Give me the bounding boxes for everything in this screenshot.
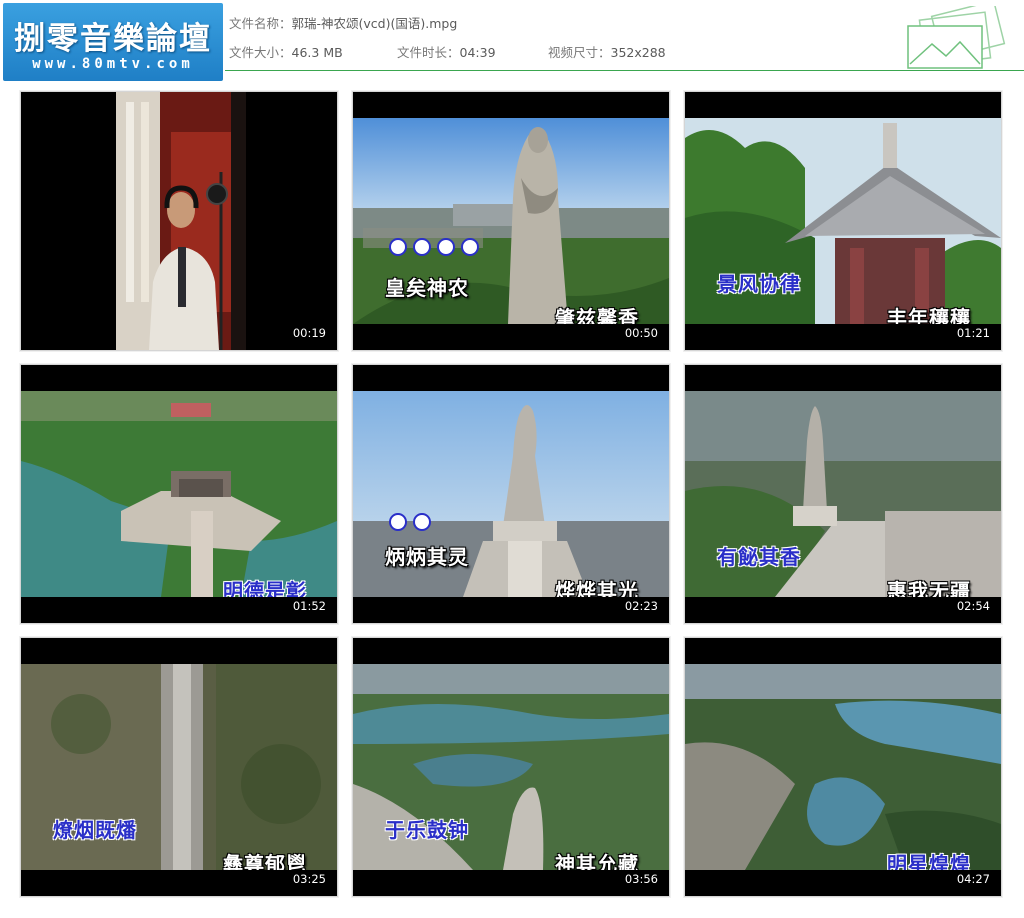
lyric-line-left: 炳炳其灵 [385, 545, 469, 569]
file-resolution-value: 352x288 [610, 45, 666, 60]
file-size-value: 46.3 MB [291, 45, 343, 60]
lyric-line-left: 景风协律 [717, 272, 801, 296]
cue-dot-icon [389, 513, 407, 531]
file-resolution-info: 视频尺寸：352x288 [548, 42, 666, 61]
lyric-line-left: 皇矣神农 [385, 276, 469, 300]
thumbnail-6[interactable]: 有飶其香 惠我无疆 02:54 [684, 364, 1002, 624]
file-name-value: 郭瑞-神农颂(vcd)(国语).mpg [291, 16, 458, 31]
file-name-label: 文件名称： [229, 16, 292, 31]
timestamp: 01:52 [292, 599, 326, 613]
lyric-line-left: 燎烟既燔 [53, 818, 137, 842]
lyric-line-left: 有飶其香 [717, 545, 801, 569]
video-frame: 炳炳其灵 烨烨其光 [353, 391, 669, 597]
video-frame: 明德是彰 [21, 391, 337, 597]
file-duration-label: 文件时长： [397, 45, 460, 60]
thumbnail-5[interactable]: 炳炳其灵 烨烨其光 02:23 [352, 364, 670, 624]
file-name-info: 文件名称：郭瑞-神农颂(vcd)(国语).mpg [229, 13, 457, 32]
cue-dot-icon [437, 238, 455, 256]
thumbnail-1[interactable]: 00:19 [20, 91, 338, 351]
timestamp: 03:25 [292, 872, 326, 886]
file-size-info: 文件大小：46.3 MB [229, 42, 343, 61]
thumbnail-3[interactable]: 景风协律 丰年穰穰 01:21 [684, 91, 1002, 351]
timestamp: 00:19 [292, 326, 326, 340]
video-frame [21, 92, 337, 350]
timestamp: 04:27 [956, 872, 990, 886]
thumbnail-4[interactable]: 明德是彰 01:52 [20, 364, 338, 624]
cue-dot-icon [413, 238, 431, 256]
thumbnail-grid: 00:19 皇矣神农 肇兹馨香 00:50 景风协律 丰年穰穰 01:21 明德… [20, 91, 1006, 901]
video-frame: 景风协律 丰年穰穰 [685, 118, 1001, 324]
logo-title: 捌零音樂論壇 [14, 21, 212, 57]
file-duration-info: 文件时长：04:39 [397, 42, 496, 61]
site-logo: 捌零音樂論壇 www.80mtv.com [3, 3, 223, 81]
logo-url: www.80mtv.com [32, 56, 194, 72]
lyric-line-right: 惠我无疆 [887, 579, 971, 597]
timestamp: 03:56 [624, 872, 658, 886]
lyric-line-right: 肇兹馨香 [555, 306, 639, 324]
lyric-line-right: 明德是彰 [223, 579, 307, 597]
thumbnail-7[interactable]: 燎烟既燔 彝尊郁鬯 03:25 [20, 637, 338, 897]
lyric-line-right: 神其允藏 [555, 852, 639, 870]
timestamp: 02:23 [624, 599, 658, 613]
file-duration-value: 04:39 [459, 45, 496, 60]
lyric-line-right: 明星煌煌 [887, 852, 971, 870]
lyric-line-right: 烨烨其光 [555, 579, 639, 597]
file-resolution-label: 视频尺寸： [548, 45, 611, 60]
cue-dot-icon [461, 238, 479, 256]
cue-dot-icon [389, 238, 407, 256]
timestamp: 02:54 [956, 599, 990, 613]
photo-stack-icon [907, 6, 1006, 69]
file-size-label: 文件大小： [229, 45, 292, 60]
video-frame: 明星煌煌 [685, 664, 1001, 870]
lyric-line-right: 彝尊郁鬯 [223, 852, 307, 870]
thumbnail-2[interactable]: 皇矣神农 肇兹馨香 00:50 [352, 91, 670, 351]
timestamp: 01:21 [956, 326, 990, 340]
video-frame: 于乐鼓钟 神其允藏 [353, 664, 669, 870]
thumbnail-8[interactable]: 于乐鼓钟 神其允藏 03:56 [352, 637, 670, 897]
timestamp: 00:50 [624, 326, 658, 340]
lyric-line-right: 丰年穰穰 [887, 306, 971, 324]
lyric-line-left: 于乐鼓钟 [385, 818, 469, 842]
video-frame: 皇矣神农 肇兹馨香 [353, 118, 669, 324]
video-frame: 燎烟既燔 彝尊郁鬯 [21, 664, 337, 870]
header-divider [225, 70, 1024, 71]
lyric-cue-dots [389, 238, 479, 256]
video-frame: 有飶其香 惠我无疆 [685, 391, 1001, 597]
thumbnail-9[interactable]: 明星煌煌 04:27 [684, 637, 1002, 897]
lyric-cue-dots [389, 513, 431, 531]
cue-dot-icon [413, 513, 431, 531]
